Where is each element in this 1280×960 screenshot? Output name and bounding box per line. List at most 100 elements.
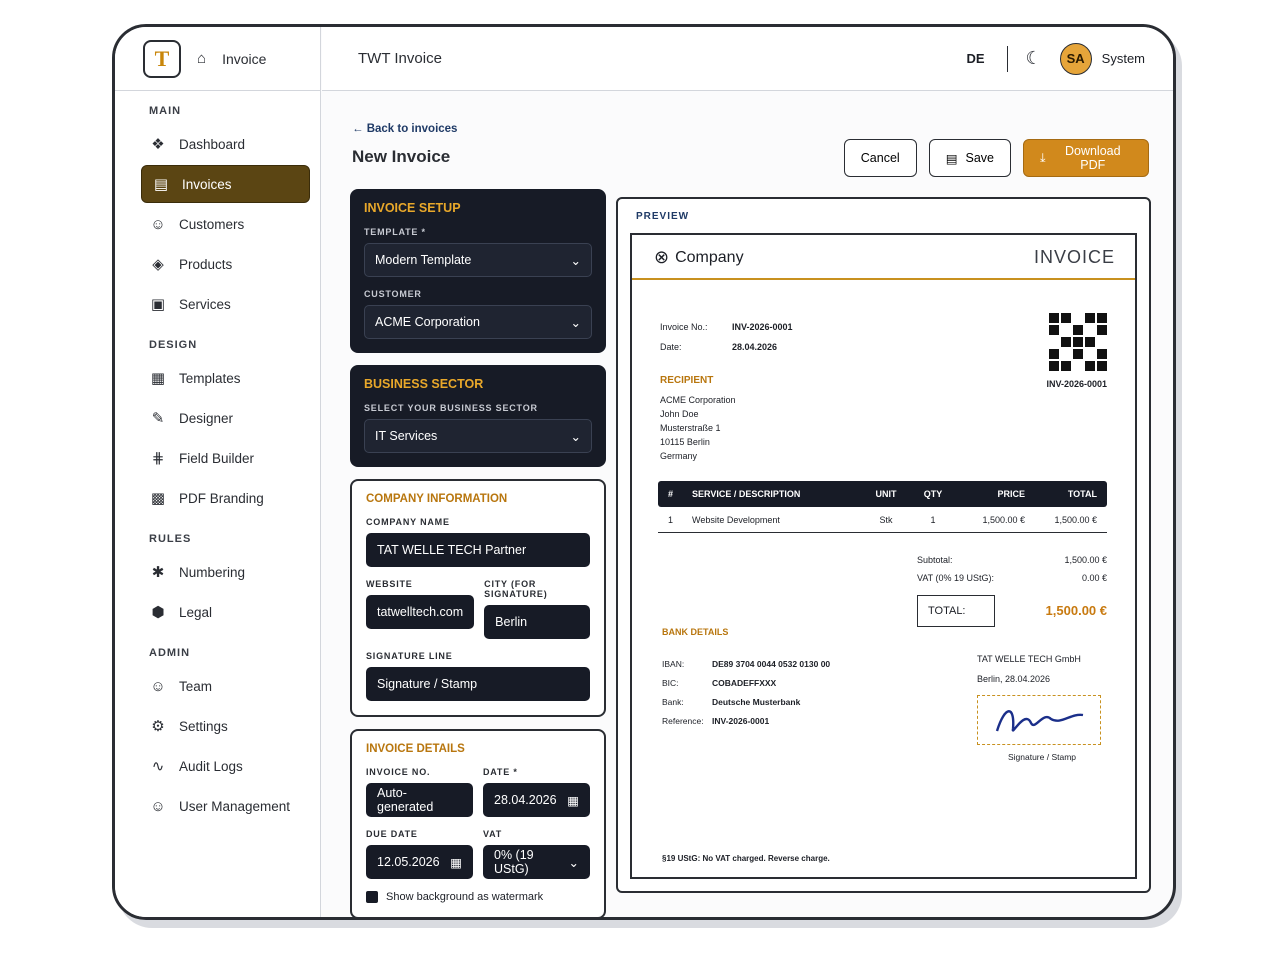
sidebar-item-invoices[interactable]: ▤ Invoices (141, 165, 310, 203)
sidebar-item-templates[interactable]: ▦ Templates (115, 359, 320, 397)
preview-panel: PREVIEW ⊗ Company INVOICE Invoice No.: IN… (616, 197, 1151, 893)
qr-module (1061, 337, 1071, 347)
sector-label: SELECT YOUR BUSINESS SECTOR (364, 403, 538, 413)
bank-row: BIC: COBADEFFXXX (662, 674, 830, 693)
cancel-label: Cancel (860, 151, 900, 165)
sidebar-item-team[interactable]: ☺ Team (115, 667, 320, 705)
sidebar-item-label: Products (179, 256, 233, 272)
cell-desc: Website Development (692, 514, 780, 525)
divider (1006, 45, 1008, 72)
website-group: WEBSITE tatwelltech.com (366, 579, 475, 651)
watermark-checkbox[interactable] (366, 891, 378, 903)
signature-scribble-icon (995, 710, 1084, 732)
save-button[interactable]: ▤ Save (928, 139, 1011, 177)
city-input[interactable]: Berlin (484, 605, 590, 639)
chevron-down-icon: ⌄ (570, 429, 581, 444)
due-date-value: 12.05.2026 (377, 855, 440, 869)
template-label: TEMPLATE * (364, 227, 426, 237)
qr-module (1049, 325, 1059, 335)
invoice-preview-sheet: ⊗ Company INVOICE Invoice No.: INV-2026-0… (630, 233, 1137, 879)
sidebar-item-customers[interactable]: ☺ Customers (115, 205, 320, 243)
sidebar-item-settings[interactable]: ⚙ Settings (115, 707, 320, 745)
recipient-title: RECIPIENT (660, 375, 714, 386)
invoice-no-input[interactable]: Auto-generated (366, 783, 473, 817)
signature-line-input[interactable]: Signature / Stamp (366, 667, 590, 701)
total-label: TOTAL: (917, 595, 995, 627)
invoice-setup-card: INVOICE SETUP TEMPLATE * Modern Template… (350, 189, 606, 353)
qr-module (1073, 337, 1083, 347)
sector-select[interactable]: IT Services ⌄ (364, 419, 592, 453)
recipient-line: John Doe (660, 409, 699, 419)
sidebar-item-products[interactable]: ◈ Products (115, 245, 320, 283)
sidebar-item-dashboard[interactable]: ❖ Dashboard (115, 125, 320, 163)
moon-icon[interactable]: ☾ (1026, 48, 1042, 69)
language-switch[interactable]: DE (966, 51, 984, 66)
vat-select[interactable]: 0% (19 UStG) ⌄ (483, 845, 590, 879)
sidebar-item-legal[interactable]: ⬢ Legal (115, 593, 320, 631)
preview-label: PREVIEW (636, 211, 690, 222)
sidebar-item-field-builder[interactable]: ⋕ Field Builder (115, 439, 320, 477)
action-bar: Cancel ▤ Save ⤓ Download PDF (843, 139, 1149, 177)
sidebar-item-user-management[interactable]: ☺ User Management (115, 787, 320, 825)
nav-section-label: MAIN (149, 105, 182, 117)
user-management-icon: ☺ (150, 797, 166, 815)
meta-row: Date: 28.04.2026 (660, 337, 793, 357)
save-label: Save (965, 151, 995, 165)
vat-row-label: VAT (0% 19 UStG): (917, 573, 995, 583)
brand-bar: T ⌂ Invoice (115, 27, 320, 91)
meta-value: INV-2026-0001 (732, 322, 793, 332)
back-to-invoices-link[interactable]: ← Back to invoices (352, 123, 457, 135)
sidebar-item-pdf-branding[interactable]: ▩ PDF Branding (115, 479, 320, 517)
website-input[interactable]: tatwelltech.com (366, 595, 475, 629)
sidebar-item-label: Numbering (179, 564, 246, 580)
due-vat-row: DUE DATE 12.05.2026 ▦ VAT 0% (19 UStG) ⌄ (366, 829, 590, 891)
user-name[interactable]: System (1102, 51, 1145, 66)
sidebar-item-numbering[interactable]: ✱ Numbering (115, 553, 320, 591)
qr-code-icon (1049, 313, 1107, 371)
legal-icon: ⬢ (151, 604, 165, 621)
watermark-toggle[interactable]: Show background as watermark (366, 891, 590, 903)
subtotal-value: 1,500.00 € (1064, 555, 1107, 565)
services-icon: ▣ (150, 296, 166, 313)
company-name: Company (675, 248, 744, 266)
customer-select[interactable]: ACME Corporation ⌄ (364, 305, 592, 339)
sidebar-item-label: Legal (179, 604, 213, 620)
home-icon[interactable]: ⌂ (197, 50, 206, 67)
qr-module (1085, 313, 1095, 323)
card-title: INVOICE SETUP (364, 201, 461, 215)
sidebar-item-designer[interactable]: ✎ Designer (115, 399, 320, 437)
signer-place-date: Berlin, 28.04.2026 (977, 674, 1051, 684)
app-logo[interactable]: T (143, 39, 181, 78)
download-pdf-button[interactable]: ⤓ Download PDF (1023, 139, 1149, 177)
qr-module (1049, 361, 1059, 371)
chevron-down-icon: ⌄ (570, 315, 581, 330)
qr-module (1097, 313, 1107, 323)
due-date-label: DUE DATE (366, 829, 418, 839)
invoice-meta: Invoice No.: INV-2026-0001 Date: 28.04.202… (660, 317, 793, 357)
template-select[interactable]: Modern Template ⌄ (364, 243, 592, 277)
bank-key: IBAN: (662, 659, 685, 669)
sidebar-item-label: Field Builder (179, 450, 255, 466)
website-label: WEBSITE (366, 579, 413, 589)
bank-row: Reference: INV-2026-0001 (662, 712, 830, 731)
sidebar-item-services[interactable]: ▣ Services (115, 285, 320, 323)
calendar-icon[interactable]: ▦ (450, 855, 462, 870)
sidebar-item-label: Services (179, 296, 231, 312)
col-desc: SERVICE / DESCRIPTION (692, 489, 801, 499)
sidebar-item-audit-logs[interactable]: ∿ Audit Logs (115, 747, 320, 785)
due-date-input[interactable]: 12.05.2026 ▦ (366, 845, 473, 879)
calendar-icon[interactable]: ▦ (567, 793, 579, 808)
date-input[interactable]: 28.04.2026 ▦ (483, 783, 590, 817)
recipient-line: Musterstraße 1 (660, 423, 721, 433)
vat-label: VAT (483, 829, 503, 839)
main-area: TWT Invoice DE ☾ SA System ← Back to inv… (322, 27, 1173, 917)
avatar[interactable]: SA (1059, 42, 1092, 75)
qr-module (1085, 325, 1095, 335)
table-header: # SERVICE / DESCRIPTION UNIT QTY PRICE T… (658, 481, 1107, 507)
cancel-button[interactable]: Cancel (843, 139, 917, 177)
bank-row: Bank: Deutsche Musterbank (662, 693, 830, 712)
qr-module (1061, 349, 1071, 359)
cell-pos: 1 (668, 514, 674, 525)
company-name-input[interactable]: TAT WELLE TECH Partner (366, 533, 590, 567)
qr-module (1085, 349, 1095, 359)
